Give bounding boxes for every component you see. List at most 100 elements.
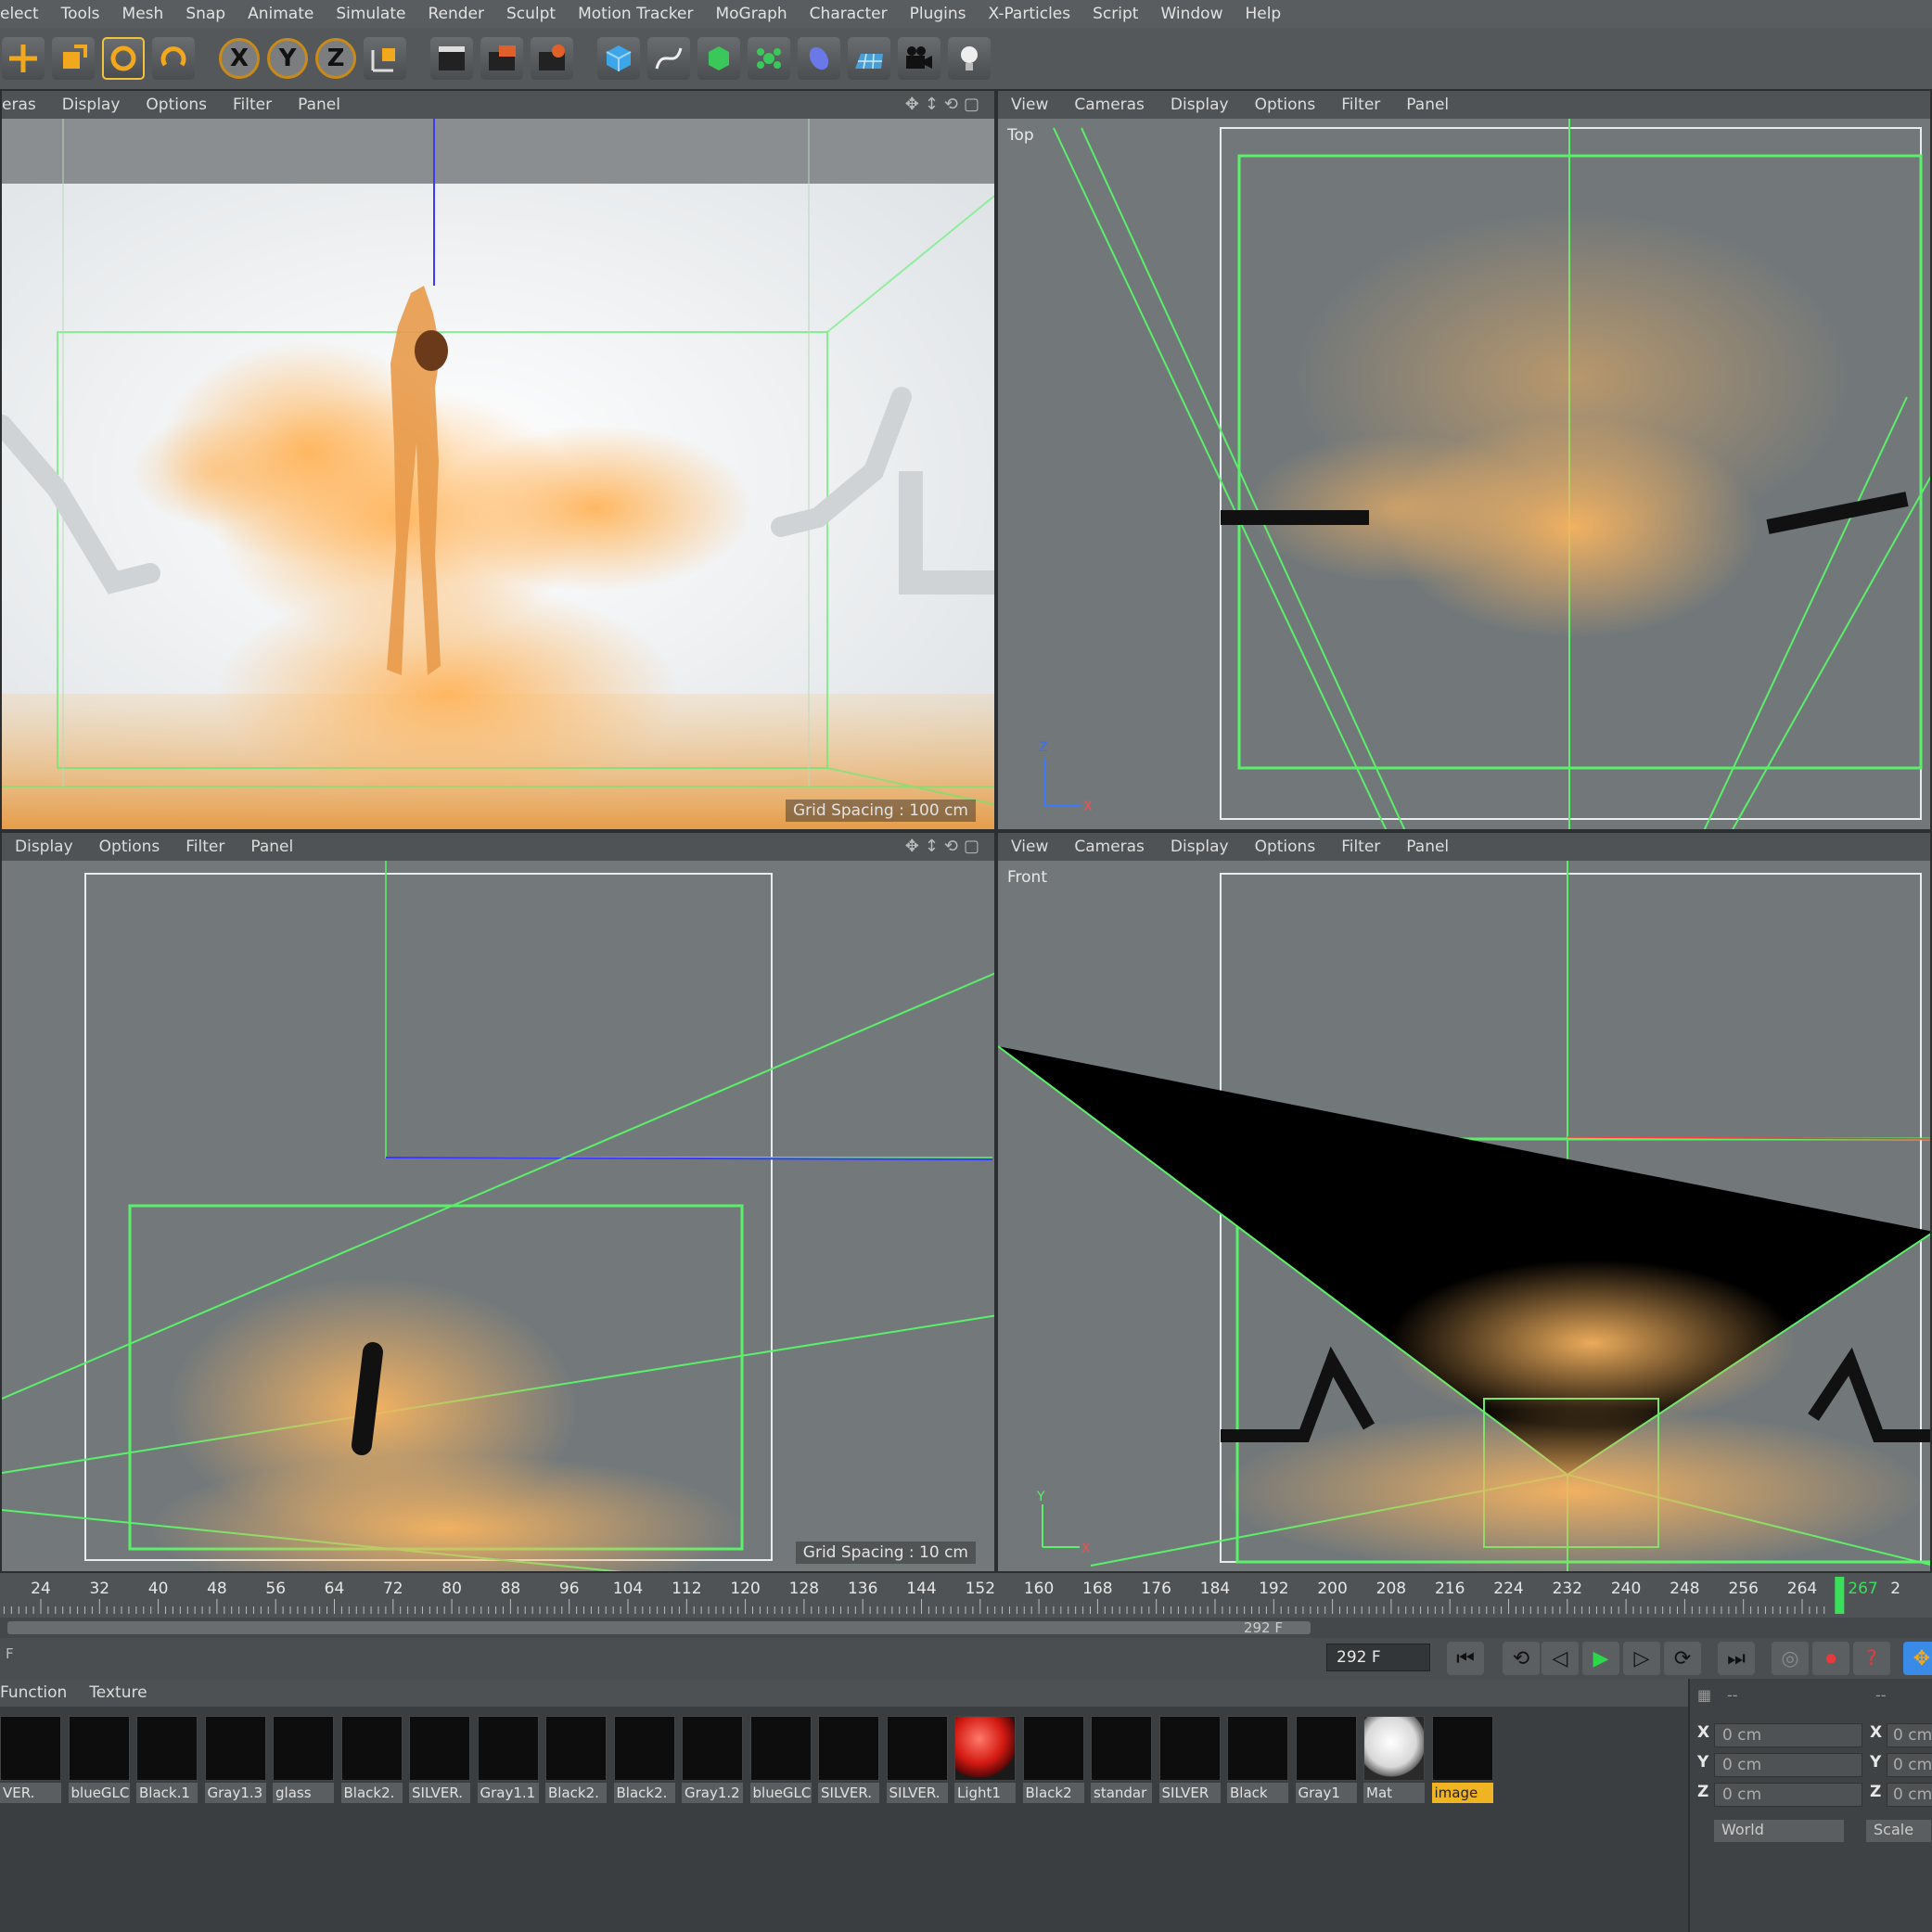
vp-menu-display[interactable]: Display	[1158, 96, 1242, 114]
timeline-ruler[interactable]: 24 32 40 48 56 64 72 80 88 96 104 112 120 128 136 144 15…	[0, 1573, 1932, 1618]
top-viewport[interactable]: View Cameras Display Options Filter Pane…	[996, 89, 1932, 831]
menu-x-particles[interactable]: X-Particles	[978, 5, 1082, 23]
step-forward-icon[interactable]: ▷	[1623, 1642, 1660, 1675]
viewport-nav-icons[interactable]: ✥↕⟲▢	[905, 837, 985, 856]
rotate-icon[interactable]	[102, 37, 145, 80]
material-swatch[interactable]: Gray1.1	[477, 1716, 539, 1809]
menu-sculpt[interactable]: Sculpt	[495, 5, 567, 23]
vp-menu-panel[interactable]: Panel	[1393, 96, 1462, 114]
menu-mograph[interactable]: MoGraph	[704, 5, 798, 23]
previous-key-icon[interactable]: ⟲	[1503, 1642, 1540, 1675]
mat-menu-texture[interactable]: Texture	[78, 1683, 158, 1702]
perspective-viewport[interactable]: eras Display Options Filter Panel ✥↕⟲▢ G…	[0, 89, 996, 831]
vp-menu-panel[interactable]: Panel	[285, 96, 353, 114]
vp-menu-display[interactable]: Display	[1158, 838, 1242, 856]
recent-tool-icon[interactable]	[152, 37, 195, 80]
render-settings-icon[interactable]	[531, 37, 573, 80]
vp-menu-view[interactable]: View	[998, 838, 1061, 856]
step-back-icon[interactable]: ◁	[1542, 1642, 1579, 1675]
coordinate-system-icon[interactable]	[364, 37, 406, 80]
axis-x-lock[interactable]: X	[219, 38, 260, 79]
material-swatch[interactable]: Mat	[1363, 1716, 1425, 1809]
menu-simulate[interactable]: Simulate	[325, 5, 416, 23]
vp-menu-cameras[interactable]: Cameras	[1061, 96, 1158, 114]
axis-y-lock[interactable]: Y	[267, 38, 308, 79]
coord-position-y[interactable]: 0 cm	[1714, 1753, 1862, 1777]
mograph-cloner-icon[interactable]	[748, 37, 790, 80]
vp-menu-filter[interactable]: Filter	[1328, 96, 1393, 114]
mat-menu-function[interactable]: Function	[0, 1683, 78, 1702]
material-swatch[interactable]: Black2.	[613, 1716, 675, 1809]
menu-character[interactable]: Character	[799, 5, 899, 23]
menu-help[interactable]: Help	[1234, 5, 1292, 23]
coord-size-x[interactable]: 0 cm	[1887, 1723, 1932, 1747]
menu-script[interactable]: Script	[1081, 5, 1149, 23]
menu-motion-tracker[interactable]: Motion Tracker	[567, 5, 704, 23]
frame-range-track[interactable]	[7, 1621, 1311, 1634]
deformer-icon[interactable]	[798, 37, 840, 80]
material-swatch[interactable]: blueGLC	[68, 1716, 130, 1809]
autokey-icon[interactable]: ⏺	[1812, 1642, 1849, 1675]
material-swatch[interactable]: blueGLC	[749, 1716, 812, 1809]
record-key-icon[interactable]: ◎	[1772, 1642, 1809, 1675]
frame-range-bar[interactable]: 292 F	[0, 1618, 1932, 1638]
floor-icon[interactable]	[848, 37, 890, 80]
material-swatch[interactable]: Black2.	[545, 1716, 607, 1809]
material-swatch[interactable]: Gray1.3	[204, 1716, 266, 1809]
menu-plugins[interactable]: Plugins	[899, 5, 978, 23]
scale-icon[interactable]	[52, 37, 95, 80]
material-swatch[interactable]: SILVER.	[886, 1716, 948, 1809]
vp-menu-view[interactable]: View	[998, 96, 1061, 114]
material-swatch[interactable]: glass	[273, 1716, 334, 1809]
material-swatch[interactable]: Light1	[954, 1716, 1016, 1809]
menu-snap[interactable]: Snap	[174, 5, 237, 23]
material-swatch[interactable]: standar	[1091, 1716, 1152, 1809]
cube-primitive-icon[interactable]	[597, 37, 640, 80]
menu-animate[interactable]: Animate	[237, 5, 325, 23]
end-frame-field[interactable]: 292 F	[1326, 1644, 1430, 1671]
menu-mesh[interactable]: Mesh	[111, 5, 175, 23]
play-icon[interactable]: ▶	[1582, 1642, 1619, 1675]
coordinate-mode-dropdown[interactable]: World	[1714, 1820, 1844, 1842]
vp-menu-filter[interactable]: Filter	[1328, 838, 1393, 856]
material-swatch[interactable]: SILVER.	[409, 1716, 470, 1809]
viewport-nav-icons[interactable]: ✥↕⟲▢	[905, 95, 985, 114]
front-viewport[interactable]: View Cameras Display Options Filter Pane…	[996, 831, 1932, 1573]
menu-select[interactable]: elect	[0, 5, 50, 23]
spline-pen-icon[interactable]	[647, 37, 690, 80]
axis-z-lock[interactable]: Z	[315, 38, 356, 79]
render-picture-viewer-icon[interactable]	[480, 37, 523, 80]
vp-menu-display[interactable]: Display	[49, 96, 134, 114]
vp-menu-options[interactable]: Options	[86, 838, 173, 856]
vp-menu-filter[interactable]: Filter	[173, 838, 237, 856]
material-swatch[interactable]: SILVER	[1158, 1716, 1221, 1809]
next-key-icon[interactable]: ⟳	[1664, 1642, 1701, 1675]
vp-menu-options[interactable]: Options	[1242, 838, 1329, 856]
vp-menu-cameras[interactable]: Cameras	[1061, 838, 1158, 856]
coordinate-apply-button[interactable]: Scale	[1866, 1820, 1931, 1842]
camera-icon[interactable]	[898, 37, 940, 80]
coord-size-z[interactable]: 0 cm	[1887, 1783, 1932, 1807]
timeline-ticks[interactable]: 24 32 40 48 56 64 72 80 88 96 104 112 120 128 136 144 15…	[0, 1573, 1932, 1618]
material-swatch[interactable]: SILVER.	[818, 1716, 879, 1809]
subdivision-surface-icon[interactable]	[697, 37, 740, 80]
material-swatch[interactable]: Black2	[1022, 1716, 1084, 1809]
material-swatch[interactable]: image	[1431, 1716, 1493, 1809]
coord-position-x[interactable]: 0 cm	[1714, 1723, 1862, 1747]
go-to-end-icon[interactable]: ⏭	[1718, 1642, 1755, 1675]
coord-position-z[interactable]: 0 cm	[1714, 1783, 1862, 1807]
light-bulb-icon[interactable]	[948, 37, 991, 80]
vp-menu-display[interactable]: Display	[2, 838, 86, 856]
menu-tools[interactable]: Tools	[50, 5, 111, 23]
vp-menu-cameras[interactable]: eras	[2, 96, 49, 114]
material-swatch[interactable]: VER.	[0, 1716, 61, 1809]
right-viewport[interactable]: Display Options Filter Panel ✥↕⟲▢ Grid S…	[0, 831, 996, 1573]
keyframe-selection-icon[interactable]: ?	[1853, 1642, 1890, 1675]
coord-size-y[interactable]: 0 cm	[1887, 1753, 1932, 1777]
material-swatch[interactable]: Black	[1227, 1716, 1288, 1809]
material-swatch[interactable]: Black2.	[340, 1716, 403, 1809]
vp-menu-panel[interactable]: Panel	[1393, 838, 1462, 856]
vp-menu-panel[interactable]: Panel	[237, 838, 306, 856]
go-to-start-icon[interactable]: ⏮	[1447, 1642, 1484, 1675]
material-swatch[interactable]: Gray1	[1295, 1716, 1357, 1809]
